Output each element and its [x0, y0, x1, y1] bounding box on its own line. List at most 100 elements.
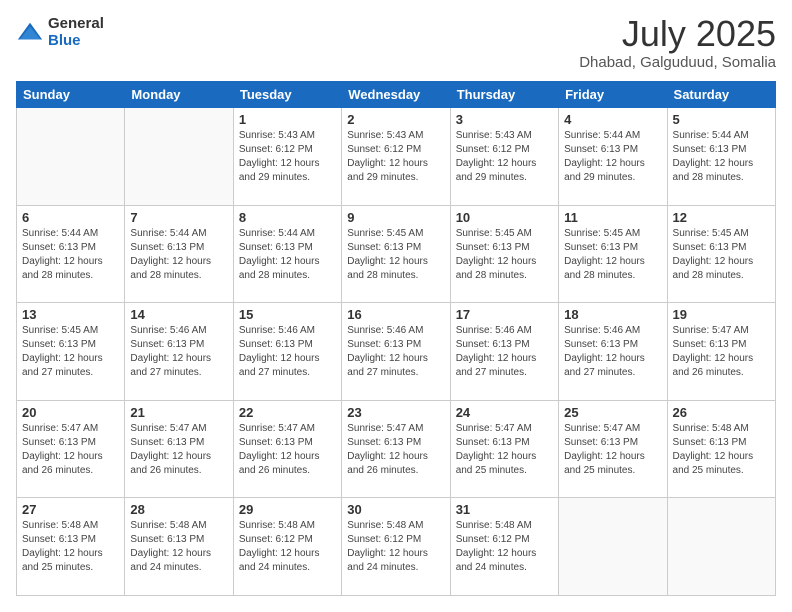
day-number: 28: [130, 502, 227, 517]
day-number: 4: [564, 112, 661, 127]
day-info: Sunrise: 5:43 AM Sunset: 6:12 PM Dayligh…: [456, 129, 553, 185]
calendar-cell: 6Sunrise: 5:44 AM Sunset: 6:13 PM Daylig…: [17, 205, 125, 303]
calendar-cell: 2 Sunrise: 5:43 AM Sunset: 6:12 PM Daylig…: [342, 108, 450, 206]
calendar-table: SundayMondayTuesdayWednesdayThursdayFrid…: [16, 81, 776, 596]
calendar-cell: [17, 108, 125, 206]
day-info: Sunrise: 5:47 AM Sunset: 6:13 PM Dayligh…: [456, 422, 553, 478]
day-info: Sunrise: 5:48 AM Sunset: 6:12 PM Dayligh…: [239, 519, 336, 575]
weekday-header: Wednesday: [342, 82, 450, 108]
day-number: 1: [239, 112, 336, 127]
day-number: 10: [456, 210, 553, 225]
day-info: Sunrise: 5:45 AM Sunset: 6:13 PM Dayligh…: [673, 227, 770, 283]
calendar-cell: 14 Sunrise: 5:46 AM Sunset: 6:13 PM Dayli…: [125, 303, 233, 401]
calendar-cell: 12 Sunrise: 5:45 AM Sunset: 6:13 PM Dayli…: [667, 205, 775, 303]
calendar-cell: 29Sunrise: 5:48 AM Sunset: 6:12 PM Dayli…: [233, 498, 341, 596]
day-info: Sunrise: 5:43 AM Sunset: 6:12 PM Dayligh…: [347, 129, 444, 185]
day-number: 27: [22, 502, 119, 517]
calendar-cell: 20 Sunrise: 5:47 AM Sunset: 6:13 PM Dayli…: [17, 400, 125, 498]
calendar-cell: 31Sunrise: 5:48 AM Sunset: 6:12 PM Dayli…: [450, 498, 558, 596]
day-info: Sunrise: 5:43 AM Sunset: 6:12 PM Dayligh…: [239, 129, 336, 185]
day-info: Sunrise: 5:48 AM Sunset: 6:13 PM Dayligh…: [130, 519, 227, 575]
calendar-cell: 21Sunrise: 5:47 AM Sunset: 6:13 PM Dayli…: [125, 400, 233, 498]
calendar-cell: 24 Sunrise: 5:47 AM Sunset: 6:13 PM Dayli…: [450, 400, 558, 498]
logo-text: General Blue: [48, 16, 104, 49]
calendar-cell: 1 Sunrise: 5:43 AM Sunset: 6:12 PM Daylig…: [233, 108, 341, 206]
day-number: 19: [673, 307, 770, 322]
day-info: Sunrise: 5:48 AM Sunset: 6:13 PM Dayligh…: [22, 519, 119, 575]
day-number: 14: [130, 307, 227, 322]
subtitle: Dhabad, Galguduud, Somalia: [579, 54, 776, 71]
day-number: 16: [347, 307, 444, 322]
day-info: Sunrise: 5:48 AM Sunset: 6:13 PM Dayligh…: [673, 422, 770, 478]
weekday-header: Friday: [559, 82, 667, 108]
calendar-cell: 25 Sunrise: 5:47 AM Sunset: 6:13 PM Dayli…: [559, 400, 667, 498]
day-number: 26: [673, 405, 770, 420]
day-info: Sunrise: 5:45 AM Sunset: 6:13 PM Dayligh…: [347, 227, 444, 283]
day-info: Sunrise: 5:46 AM Sunset: 6:13 PM Dayligh…: [239, 324, 336, 380]
calendar-week-row: 13Sunrise: 5:45 AM Sunset: 6:13 PM Dayli…: [17, 303, 776, 401]
calendar-cell: 15 Sunrise: 5:46 AM Sunset: 6:13 PM Dayli…: [233, 303, 341, 401]
calendar-cell: 11Sunrise: 5:45 AM Sunset: 6:13 PM Dayli…: [559, 205, 667, 303]
calendar-cell: [559, 498, 667, 596]
calendar-week-row: 20 Sunrise: 5:47 AM Sunset: 6:13 PM Dayli…: [17, 400, 776, 498]
weekday-header: Monday: [125, 82, 233, 108]
logo-blue: Blue: [48, 33, 104, 50]
calendar-header-row: SundayMondayTuesdayWednesdayThursdayFrid…: [17, 82, 776, 108]
calendar-cell: 8 Sunrise: 5:44 AM Sunset: 6:13 PM Daylig…: [233, 205, 341, 303]
day-info: Sunrise: 5:46 AM Sunset: 6:13 PM Dayligh…: [564, 324, 661, 380]
day-number: 20: [22, 405, 119, 420]
calendar-cell: 23 Sunrise: 5:47 AM Sunset: 6:13 PM Dayli…: [342, 400, 450, 498]
calendar-cell: 9 Sunrise: 5:45 AM Sunset: 6:13 PM Daylig…: [342, 205, 450, 303]
day-info: Sunrise: 5:46 AM Sunset: 6:13 PM Dayligh…: [456, 324, 553, 380]
calendar-cell: 19Sunrise: 5:47 AM Sunset: 6:13 PM Dayli…: [667, 303, 775, 401]
logo-icon: [16, 19, 44, 47]
day-info: Sunrise: 5:45 AM Sunset: 6:13 PM Dayligh…: [564, 227, 661, 283]
day-info: Sunrise: 5:44 AM Sunset: 6:13 PM Dayligh…: [239, 227, 336, 283]
weekday-header: Sunday: [17, 82, 125, 108]
day-info: Sunrise: 5:47 AM Sunset: 6:13 PM Dayligh…: [22, 422, 119, 478]
calendar-cell: 30Sunrise: 5:48 AM Sunset: 6:12 PM Dayli…: [342, 498, 450, 596]
title-block: July 2025 Dhabad, Galguduud, Somalia: [579, 16, 776, 71]
day-info: Sunrise: 5:44 AM Sunset: 6:13 PM Dayligh…: [564, 129, 661, 185]
weekday-header: Tuesday: [233, 82, 341, 108]
calendar-cell: 3 Sunrise: 5:43 AM Sunset: 6:12 PM Daylig…: [450, 108, 558, 206]
main-title: July 2025: [579, 16, 776, 52]
calendar-cell: 7Sunrise: 5:44 AM Sunset: 6:13 PM Daylig…: [125, 205, 233, 303]
day-info: Sunrise: 5:45 AM Sunset: 6:13 PM Dayligh…: [22, 324, 119, 380]
calendar-cell: 26 Sunrise: 5:48 AM Sunset: 6:13 PM Dayli…: [667, 400, 775, 498]
day-info: Sunrise: 5:47 AM Sunset: 6:13 PM Dayligh…: [347, 422, 444, 478]
logo-general: General: [48, 16, 104, 33]
calendar-cell: 22Sunrise: 5:47 AM Sunset: 6:13 PM Dayli…: [233, 400, 341, 498]
day-info: Sunrise: 5:44 AM Sunset: 6:13 PM Dayligh…: [673, 129, 770, 185]
logo: General Blue: [16, 16, 104, 49]
calendar-cell: 28 Sunrise: 5:48 AM Sunset: 6:13 PM Dayli…: [125, 498, 233, 596]
header: General Blue July 2025 Dhabad, Galguduud…: [16, 16, 776, 71]
calendar-cell: 13Sunrise: 5:45 AM Sunset: 6:13 PM Dayli…: [17, 303, 125, 401]
day-number: 30: [347, 502, 444, 517]
day-number: 15: [239, 307, 336, 322]
day-number: 9: [347, 210, 444, 225]
day-number: 3: [456, 112, 553, 127]
calendar-cell: 17Sunrise: 5:46 AM Sunset: 6:13 PM Dayli…: [450, 303, 558, 401]
day-number: 24: [456, 405, 553, 420]
day-number: 25: [564, 405, 661, 420]
day-number: 8: [239, 210, 336, 225]
calendar-cell: 27 Sunrise: 5:48 AM Sunset: 6:13 PM Dayli…: [17, 498, 125, 596]
day-number: 31: [456, 502, 553, 517]
day-number: 2: [347, 112, 444, 127]
calendar-week-row: 1 Sunrise: 5:43 AM Sunset: 6:12 PM Daylig…: [17, 108, 776, 206]
day-number: 5: [673, 112, 770, 127]
day-number: 21: [130, 405, 227, 420]
day-number: 22: [239, 405, 336, 420]
day-number: 12: [673, 210, 770, 225]
weekday-header: Saturday: [667, 82, 775, 108]
page: General Blue July 2025 Dhabad, Galguduud…: [0, 0, 792, 612]
calendar-week-row: 27 Sunrise: 5:48 AM Sunset: 6:13 PM Dayli…: [17, 498, 776, 596]
day-info: Sunrise: 5:46 AM Sunset: 6:13 PM Dayligh…: [347, 324, 444, 380]
day-number: 23: [347, 405, 444, 420]
day-info: Sunrise: 5:47 AM Sunset: 6:13 PM Dayligh…: [564, 422, 661, 478]
calendar-cell: 5 Sunrise: 5:44 AM Sunset: 6:13 PM Daylig…: [667, 108, 775, 206]
calendar-cell: 10Sunrise: 5:45 AM Sunset: 6:13 PM Dayli…: [450, 205, 558, 303]
day-info: Sunrise: 5:46 AM Sunset: 6:13 PM Dayligh…: [130, 324, 227, 380]
calendar-cell: [125, 108, 233, 206]
